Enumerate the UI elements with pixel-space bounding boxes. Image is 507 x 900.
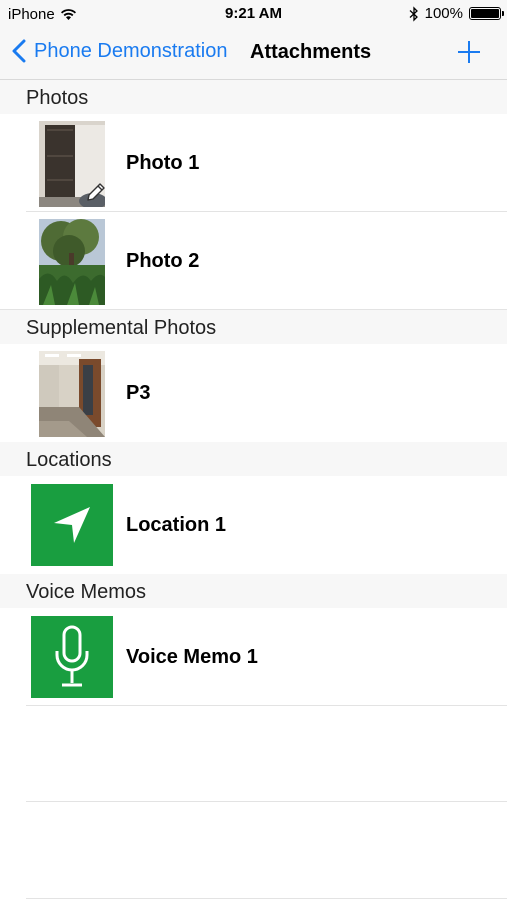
row-divider xyxy=(26,705,507,706)
section-header-photos: Photos xyxy=(0,80,507,114)
section-title: Locations xyxy=(26,449,112,471)
section-title: Voice Memos xyxy=(26,581,147,603)
section-header-supplemental-photos: Supplemental Photos xyxy=(0,310,507,344)
battery-icon xyxy=(469,7,504,20)
list-item-label: Location 1 xyxy=(126,514,227,536)
list-item-location-1[interactable]: Location 1 xyxy=(0,476,507,574)
back-button[interactable]: Phone Demonstration xyxy=(12,39,227,63)
list-item-photo-2[interactable]: Photo 2 xyxy=(0,212,507,310)
photo-thumbnail xyxy=(39,219,105,305)
list-item-voice-memo-1[interactable]: Voice Memo 1 xyxy=(0,608,507,706)
section-header-locations: Locations xyxy=(0,442,507,476)
photo-thumbnail xyxy=(39,351,105,437)
list-item-label: Voice Memo 1 xyxy=(126,646,258,668)
list-item-label: Photo 1 xyxy=(126,152,200,174)
navigation-bar: Phone Demonstration Attachments xyxy=(0,28,507,80)
pencil-icon xyxy=(87,183,105,201)
back-button-label: Phone Demonstration xyxy=(34,39,228,62)
location-tile xyxy=(31,484,113,566)
chevron-left-icon xyxy=(12,39,26,63)
section-title: Supplemental Photos xyxy=(26,317,217,339)
status-right: 100% xyxy=(409,5,504,22)
page-title: Attachments xyxy=(250,41,372,63)
status-bar: iPhone 9:21 AM 100% xyxy=(0,0,507,28)
list-item-label: Photo 2 xyxy=(126,250,200,272)
voice-memo-tile xyxy=(31,616,113,698)
section-header-voice-memos: Voice Memos xyxy=(0,574,507,608)
location-arrow-icon xyxy=(54,507,90,543)
add-icon[interactable] xyxy=(457,40,481,64)
empty-row-divider xyxy=(26,801,507,802)
bluetooth-icon xyxy=(409,5,418,22)
section-title: Photos xyxy=(26,87,89,109)
photo-thumbnail xyxy=(39,121,105,207)
microphone-icon xyxy=(55,625,89,687)
empty-row-divider xyxy=(26,898,507,899)
battery-percent: 100% xyxy=(424,5,463,22)
battery-fill xyxy=(471,9,499,18)
list-item-p3[interactable]: P3 xyxy=(0,344,507,442)
list-item-photo-1[interactable]: Photo 1 xyxy=(0,114,507,212)
list-item-label: P3 xyxy=(126,382,151,404)
